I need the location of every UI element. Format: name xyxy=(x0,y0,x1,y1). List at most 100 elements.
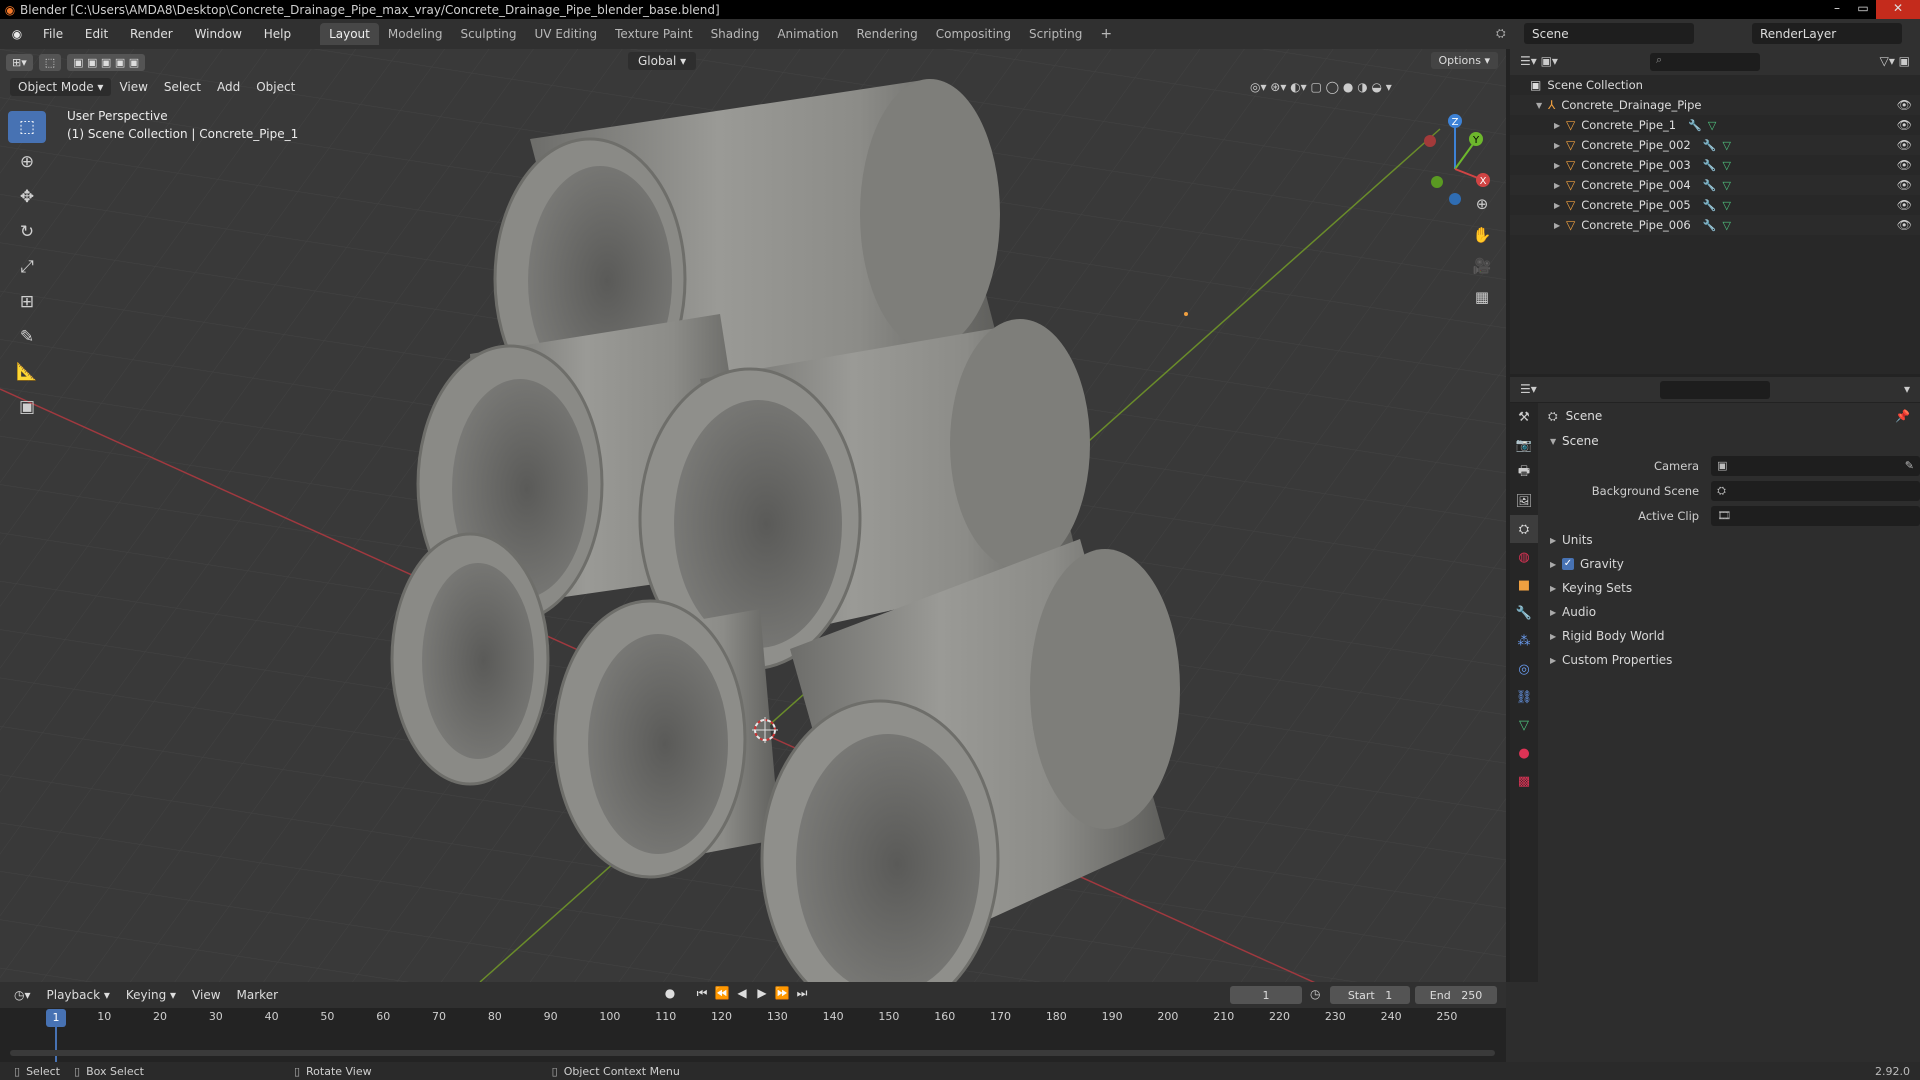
mesh-data-tab-icon[interactable]: ▽ xyxy=(1510,711,1538,739)
minimize-button[interactable]: – xyxy=(1824,0,1850,19)
view-layer-tab-icon[interactable]: 🖼 xyxy=(1510,487,1538,515)
tab-compositing[interactable]: Compositing xyxy=(927,23,1020,45)
tab-texture-paint[interactable]: Texture Paint xyxy=(606,23,701,45)
background-scene-field[interactable]: ⛭ xyxy=(1711,480,1920,501)
select-tool-icon[interactable]: ⬚ xyxy=(38,53,62,71)
perspective-toggle-icon[interactable]: ▦ xyxy=(1467,282,1497,312)
tab-modeling[interactable]: Modeling xyxy=(379,23,452,45)
prev-keyframe-icon[interactable]: ⏪ xyxy=(712,986,732,1001)
outliner-object-row[interactable]: ▶ ▽ Concrete_Pipe_003 🔧 ▽ 👁 xyxy=(1510,155,1920,175)
viewport-canvas[interactable]: Z Y X xyxy=(0,49,1506,982)
visibility-eye-icon[interactable]: 👁 xyxy=(1897,118,1912,132)
zoom-icon[interactable]: ⊕ xyxy=(1467,189,1497,219)
viewport-shading-icons[interactable]: ◎▾ ⊛▾ ◐▾ ▢ ◯ ● ◑ ◒ ▾ xyxy=(1250,80,1392,94)
transform-orientation-dropdown[interactable]: Global ▾ xyxy=(628,52,697,70)
tool-tab-icon[interactable]: ⚒ xyxy=(1510,403,1538,431)
scene-selector[interactable]: ⛭ Scene xyxy=(1496,23,1694,44)
visibility-eye-icon[interactable]: 👁 xyxy=(1897,178,1912,192)
play-icon[interactable]: ▶ xyxy=(752,986,772,1001)
tab-sculpting[interactable]: Sculpting xyxy=(451,23,525,45)
mesh-data-icon[interactable]: ▽ xyxy=(1722,179,1730,192)
pin-icon[interactable]: 📌 xyxy=(1895,409,1910,423)
particles-tab-icon[interactable]: ⁂ xyxy=(1510,627,1538,655)
filter-icon[interactable]: ▽▾ ▣ xyxy=(1880,54,1910,68)
expand-arrow-icon[interactable]: ▶ xyxy=(1554,221,1566,230)
tab-uv-editing[interactable]: UV Editing xyxy=(526,23,607,45)
eyedropper-icon[interactable]: ✎ xyxy=(1905,459,1914,472)
timeline-menu-playback[interactable]: Playback ▾ xyxy=(39,988,118,1002)
tab-rendering[interactable]: Rendering xyxy=(848,23,927,45)
timeline-scrollbar[interactable] xyxy=(10,1050,1495,1056)
current-frame-indicator[interactable]: 1 xyxy=(46,1009,66,1027)
modifier-wrench-icon[interactable]: 🔧 xyxy=(1703,219,1717,232)
render-layer-selector[interactable]: RenderLayer xyxy=(1752,23,1902,44)
keying-sets-panel[interactable]: ▶ Keying Sets xyxy=(1538,576,1920,600)
jump-end-icon[interactable]: ⏭ xyxy=(792,986,812,1001)
play-reverse-icon[interactable]: ◀ xyxy=(732,986,752,1001)
gravity-panel[interactable]: ▶ ✓ Gravity xyxy=(1538,552,1920,576)
mesh-data-icon[interactable]: ▽ xyxy=(1722,219,1730,232)
render-tab-icon[interactable]: 📷 xyxy=(1510,431,1538,459)
options-dropdown[interactable]: Options ▾ xyxy=(1430,52,1498,69)
custom-properties-panel[interactable]: ▶ Custom Properties xyxy=(1538,648,1920,672)
visibility-eye-icon[interactable]: 👁 xyxy=(1897,198,1912,212)
scene-tab-icon[interactable]: ⛭ xyxy=(1510,515,1538,543)
transform-tool-icon[interactable]: ⊞ xyxy=(8,286,46,318)
pipe-bottom-left[interactable] xyxy=(390,532,550,786)
modifier-wrench-icon[interactable]: 🔧 xyxy=(1703,179,1717,192)
cursor-tool-icon[interactable]: ⊕ xyxy=(8,146,46,178)
audio-panel[interactable]: ▶ Audio xyxy=(1538,600,1920,624)
tab-animation[interactable]: Animation xyxy=(768,23,847,45)
viewport-menu-select[interactable]: Select xyxy=(156,80,209,94)
units-panel[interactable]: ▶ Units xyxy=(1538,528,1920,552)
expand-arrow-icon[interactable]: ▶ xyxy=(1554,201,1566,210)
visibility-eye-icon[interactable]: 👁 xyxy=(1897,158,1912,172)
properties-editor-icon[interactable]: ☰▾ xyxy=(1520,382,1537,396)
3d-viewport[interactable]: Z Y X ⊞▾ ⬚ ▣ ▣ ▣ ▣ ▣ Global ▾ Options ▾ … xyxy=(0,49,1506,982)
pan-hand-icon[interactable]: ✋ xyxy=(1467,220,1497,250)
timeline-menu-keying[interactable]: Keying ▾ xyxy=(118,988,184,1002)
outliner-object-row[interactable]: ▶ ▽ Concrete_Pipe_006 🔧 ▽ 👁 xyxy=(1510,215,1920,235)
timeline-menu-view[interactable]: View xyxy=(184,988,228,1002)
preview-range-icon[interactable]: ◷ xyxy=(1310,987,1320,1001)
modifier-wrench-icon[interactable]: 🔧 xyxy=(1703,139,1717,152)
outliner-scene-collection[interactable]: ▣ Scene Collection xyxy=(1510,75,1920,95)
modifier-wrench-icon[interactable]: 🔧 xyxy=(1703,199,1717,212)
close-button[interactable]: ✕ xyxy=(1876,0,1920,19)
visibility-eye-icon[interactable]: 👁 xyxy=(1897,138,1912,152)
editor-type-icon[interactable]: ⊞▾ xyxy=(6,53,33,71)
constraints-tab-icon[interactable]: ⛓ xyxy=(1510,683,1538,711)
maximize-button[interactable]: ▭ xyxy=(1850,0,1876,19)
rigid-body-world-panel[interactable]: ▶ Rigid Body World xyxy=(1538,624,1920,648)
rotate-tool-icon[interactable]: ↻ xyxy=(8,216,46,248)
mesh-data-icon[interactable]: ▽ xyxy=(1722,139,1730,152)
select-box-tool-icon[interactable]: ⬚ xyxy=(8,111,46,143)
viewport-menu-view[interactable]: View xyxy=(111,80,155,94)
visibility-eye-icon[interactable]: 👁 xyxy=(1897,218,1912,232)
add-workspace-icon[interactable]: + xyxy=(1091,22,1121,46)
viewport-menu-object[interactable]: Object xyxy=(248,80,303,94)
modifier-tab-icon[interactable]: 🔧 xyxy=(1510,599,1538,627)
output-tab-icon[interactable]: 🖶 xyxy=(1510,459,1538,487)
physics-tab-icon[interactable]: ◎ xyxy=(1510,655,1538,683)
mesh-data-icon[interactable]: ▽ xyxy=(1708,119,1716,132)
outliner-object-row[interactable]: ▶ ▽ Concrete_Pipe_002 🔧 ▽ 👁 xyxy=(1510,135,1920,155)
object-mode-dropdown[interactable]: Object Mode ▾ xyxy=(10,78,112,96)
selection-mode-icons[interactable]: ▣ ▣ ▣ ▣ ▣ xyxy=(67,53,146,71)
active-clip-field[interactable]: 🎞 xyxy=(1711,505,1920,526)
tab-shading[interactable]: Shading xyxy=(702,23,769,45)
modifier-wrench-icon[interactable]: 🔧 xyxy=(1703,159,1717,172)
timeline-menu-marker[interactable]: Marker xyxy=(229,988,286,1002)
start-frame-field[interactable]: Start 1 xyxy=(1330,986,1410,1004)
mesh-data-icon[interactable]: ▽ xyxy=(1722,159,1730,172)
jump-start-icon[interactable]: ⏮ xyxy=(692,986,712,1001)
scene-panel-header[interactable]: ▼ Scene xyxy=(1538,429,1920,453)
menu-file[interactable]: File xyxy=(34,27,72,41)
outliner-object-row[interactable]: ▶ ▽ Concrete_Pipe_004 🔧 ▽ 👁 xyxy=(1510,175,1920,195)
camera-view-icon[interactable]: 🎥 xyxy=(1467,251,1497,281)
pipe-bottom-middle[interactable] xyxy=(553,599,780,879)
end-frame-field[interactable]: End 250 xyxy=(1415,986,1497,1004)
properties-search-input[interactable] xyxy=(1660,381,1770,399)
expand-arrow-icon[interactable]: ▶ xyxy=(1554,121,1566,130)
material-tab-icon[interactable]: ● xyxy=(1510,739,1538,767)
